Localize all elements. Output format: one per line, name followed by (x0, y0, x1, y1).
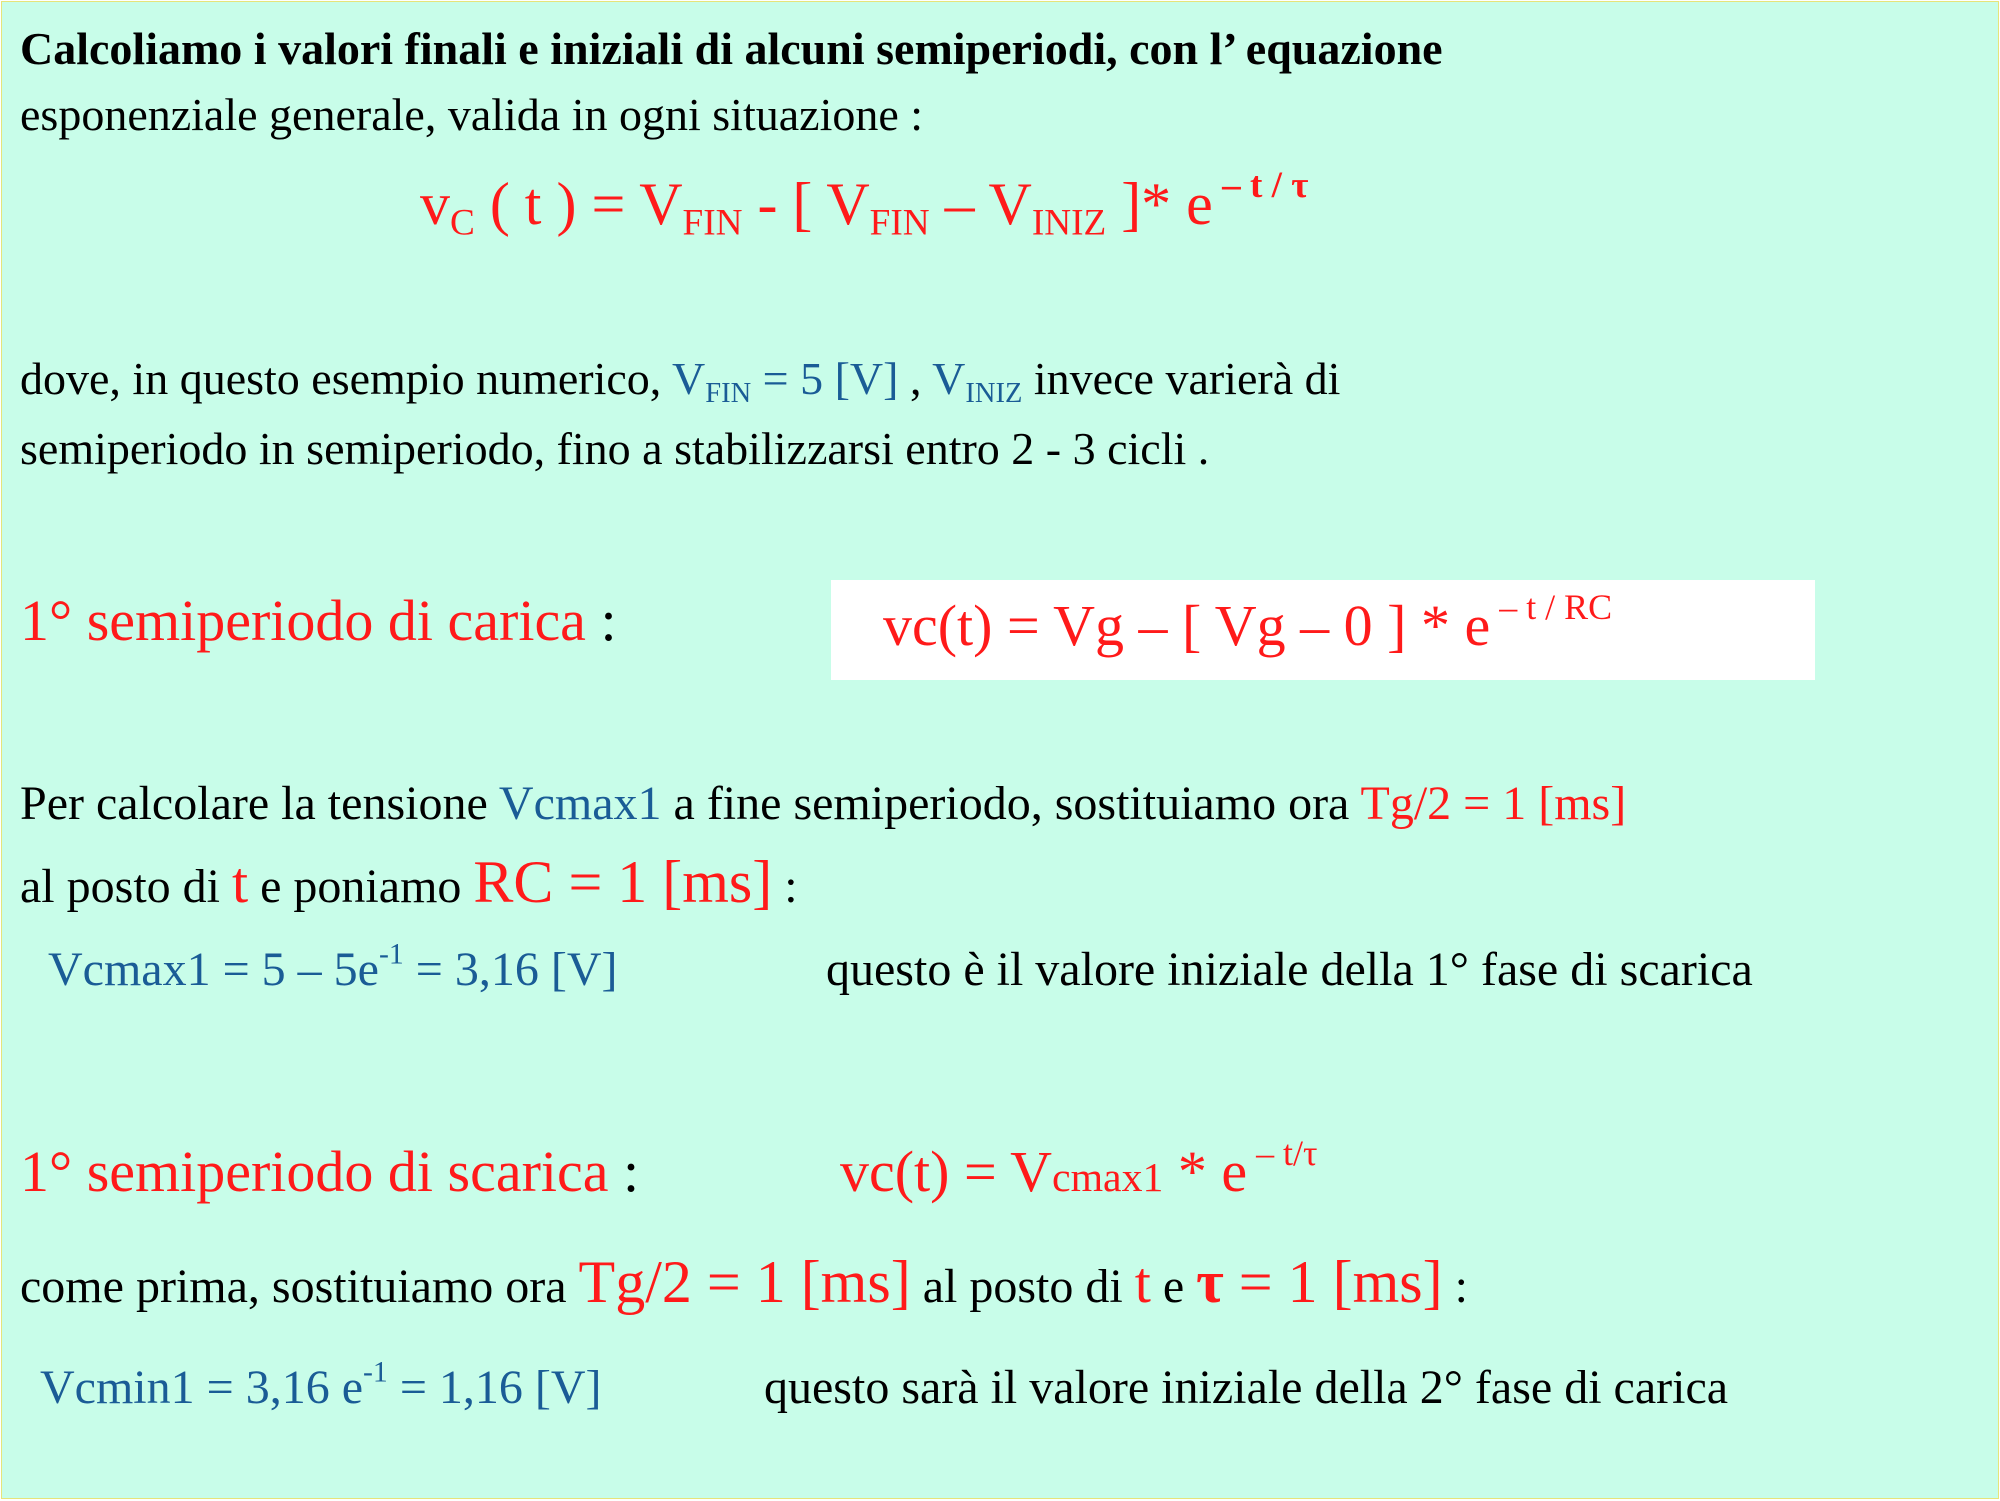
vcmax-note: questo è il valore iniziale della 1° fas… (826, 943, 1753, 996)
discharge-formula: vc(t) = Vcmax1 * e – t/τ (840, 1133, 1318, 1204)
calc-max-line-2: al posto di t e poniamo RC = 1 [ms] : (20, 849, 798, 915)
slide: Calcoliamo i valori finali e iniziali di… (1, 1, 1999, 1499)
intro-line-2: esponenziale generale, valida in ogni si… (20, 89, 924, 140)
where-line-2: semiperiodo in semiperiodo, fino a stabi… (20, 423, 1210, 474)
discharge-line: come prima, sostituiamo ora Tg/2 = 1 [ms… (20, 1249, 1468, 1315)
general-equation: vC ( t ) = VFIN - [ VFIN – VINIZ ]* e – … (420, 165, 1309, 244)
charge-heading: 1° semiperiodo di carica : (20, 588, 617, 653)
calc-max-line-1: Per calcolare la tensione Vcmax1 a fine … (20, 777, 1627, 830)
vcmin-result: Vcmin1 = 3,16 e-1 = 1,16 [V] (40, 1355, 602, 1414)
intro-line-1: Calcoliamo i valori finali e iniziali di… (20, 23, 1443, 74)
where-line-1: dove, in questo esempio numerico, VFIN =… (20, 353, 1341, 409)
vcmin-note: questo sarà il valore iniziale della 2° … (764, 1361, 1729, 1414)
charge-formula: vc(t) = Vg – [ Vg – 0 ] * e – t / RC (883, 587, 1613, 658)
charge-formula-box: vc(t) = Vg – [ Vg – 0 ] * e – t / RC (831, 580, 1815, 680)
vcmax-result: Vcmax1 = 5 – 5e-1 = 3,16 [V] (48, 937, 618, 996)
discharge-heading: 1° semiperiodo di scarica : (20, 1139, 640, 1204)
